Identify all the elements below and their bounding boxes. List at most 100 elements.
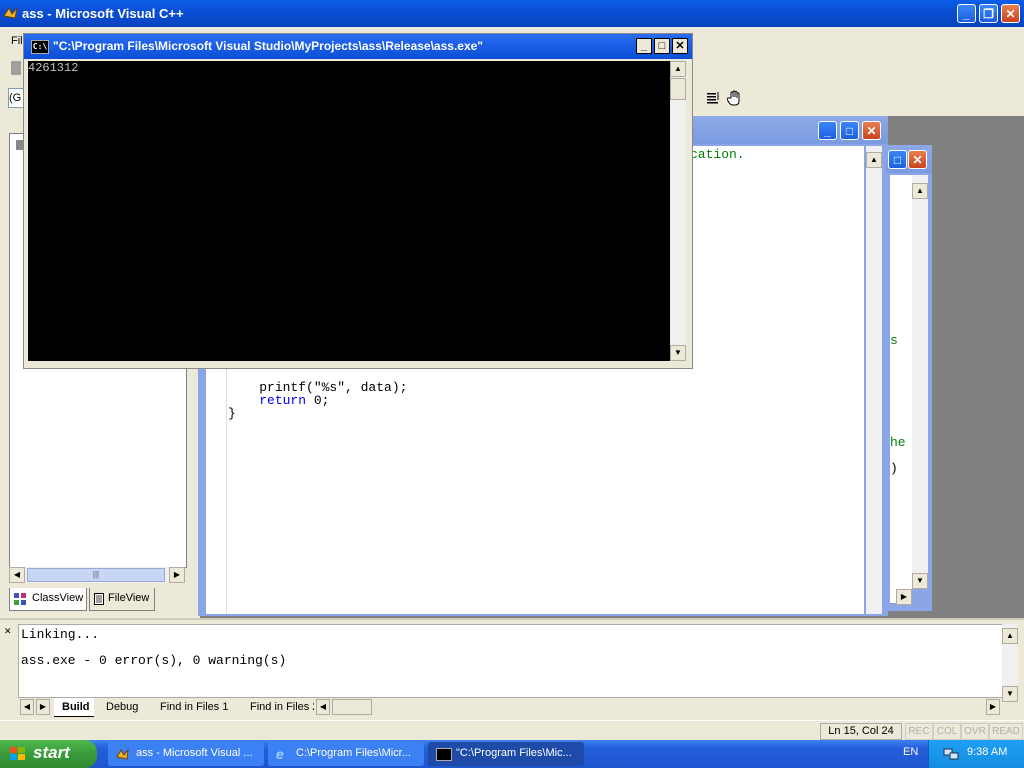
language-indicator[interactable]: EN — [903, 746, 918, 758]
system-tray: 9:38 AM — [928, 740, 1024, 768]
editor2-titlebar[interactable]: □ ✕ — [886, 145, 932, 173]
tabs-scroll-right[interactable]: ▶ — [36, 699, 50, 715]
editor-minimize-button[interactable]: _ — [818, 121, 837, 140]
taskbar-item-label: ass - Microsoft Visual ... — [136, 747, 253, 759]
scroll-up-button[interactable]: ▲ — [912, 183, 928, 199]
start-label: start — [33, 743, 70, 762]
tab-fileview[interactable]: FileView — [89, 588, 155, 611]
console-window[interactable]: C:\ "C:\Program Files\Microsoft Visual S… — [23, 33, 693, 369]
scroll-up-button[interactable]: ▲ — [670, 61, 686, 77]
editor2-text-area[interactable]: s he ) — [890, 175, 912, 603]
editor-maximize-button[interactable]: □ — [840, 121, 859, 140]
console-close-button[interactable]: ✕ — [672, 38, 688, 54]
clock[interactable]: 9:38 AM — [967, 746, 1007, 758]
scroll-down-button[interactable]: ▼ — [670, 345, 686, 361]
console-minimize-button[interactable]: _ — [636, 38, 652, 54]
vc-maximize-button[interactable]: ❐ — [979, 4, 998, 23]
vc-window-title: ass - Microsoft Visual C++ — [22, 6, 184, 21]
tabs-scroll-left[interactable]: ◀ — [20, 699, 34, 715]
scroll-left-button[interactable]: ◀ — [9, 567, 25, 583]
code-fragment-s: s — [890, 333, 898, 348]
console-titlebar[interactable]: C:\ "C:\Program Files\Microsoft Visual S… — [24, 34, 692, 59]
output-vscrollbar[interactable]: ▲ ▼ — [1002, 624, 1018, 702]
tab-fileview-label: FileView — [108, 592, 150, 604]
taskbar-item-ie[interactable]: e C:\Program Files\Micr... — [268, 742, 424, 766]
toolbar-hand-icon[interactable] — [726, 89, 743, 107]
classview-icon — [14, 593, 26, 605]
code-fragment-cation: cation. — [690, 147, 745, 162]
console-vscrollbar[interactable]: ▲ ▼ — [670, 61, 686, 361]
output-text-area[interactable]: Linking... ass.exe - 0 error(s), 0 warni… — [18, 624, 1004, 698]
console-maximize-button[interactable]: □ — [654, 38, 670, 54]
scroll-up-button[interactable]: ▲ — [866, 152, 882, 168]
toolbar-align-icon[interactable] — [705, 90, 721, 106]
console-output-area[interactable]: 4261312 — [28, 61, 670, 361]
status-position: Ln 15, Col 24 — [820, 723, 902, 740]
windows-logo-icon — [9, 746, 27, 762]
fileview-icon — [94, 593, 104, 605]
vc-minimize-button[interactable]: _ — [957, 4, 976, 23]
output-line: ass.exe - 0 error(s), 0 warning(s) — [21, 653, 287, 668]
toolbar-icon-partial — [11, 61, 21, 75]
taskbar: start ass - Microsoft Visual ... e C:\Pr… — [0, 740, 1024, 768]
vc-close-button[interactable]: ✕ — [1001, 4, 1020, 23]
editor-vscrollbar[interactable]: ▲ — [866, 146, 882, 614]
editor-window-second[interactable]: □ ✕ s he ) ▲ ▼ ▶ — [886, 145, 932, 611]
vc-app-icon — [3, 6, 19, 20]
output-close-button[interactable]: ✕ — [4, 626, 14, 636]
combo-text: (G — [9, 92, 22, 104]
ie-icon: e — [276, 746, 284, 762]
scroll-up-button[interactable]: ▲ — [1002, 628, 1018, 644]
workspace-hscrollbar[interactable]: ◀ ||| ▶ — [9, 567, 185, 583]
editor2-vscrollbar[interactable]: ▲ ▼ — [912, 175, 928, 589]
code-line: } — [228, 406, 236, 421]
output-panel: ✕ Linking... ass.exe - 0 error(s), 0 war… — [0, 618, 1024, 722]
tab-find1-label: Find in Files 1 — [160, 701, 229, 713]
editor2-close-button[interactable]: ✕ — [908, 150, 927, 169]
vc-taskbar-icon — [116, 748, 130, 760]
console-taskbar-icon — [436, 748, 452, 761]
tab-classview-label: ClassView — [32, 592, 84, 604]
output-tabs: ◀ ▶ Build Debug Find in Files 1 Find in … — [18, 698, 1018, 718]
status-position-text: Ln 15, Col 24 — [828, 725, 894, 737]
output-hscrollbar[interactable] — [332, 699, 372, 715]
tab-find-in-files-2[interactable]: Find in Files 2 — [244, 698, 314, 716]
start-button[interactable]: start — [0, 740, 97, 768]
console-window-title: "C:\Program Files\Microsoft Visual Studi… — [53, 39, 483, 53]
vc-titlebar[interactable]: ass - Microsoft Visual C++ _ ❐ ✕ — [0, 0, 1024, 27]
statusbar: Ln 15, Col 24 REC COL OVR READ — [0, 720, 1024, 741]
tab-classview[interactable]: ClassView — [9, 588, 87, 611]
scroll-thumb[interactable]: ||| — [27, 568, 165, 582]
code-fragment-he: he — [890, 435, 906, 450]
status-col: COL — [933, 723, 961, 740]
taskbar-item-console[interactable]: "C:\Program Files\Mic... — [428, 742, 584, 766]
output-hscroll-right[interactable]: ▶ — [986, 699, 1000, 715]
status-rec: REC — [905, 723, 933, 740]
taskbar-item-label: "C:\Program Files\Mic... — [456, 747, 572, 759]
tab-debug[interactable]: Debug — [98, 698, 148, 716]
tab-find-in-files-1[interactable]: Find in Files 1 — [152, 698, 240, 716]
code-line: return 0; — [259, 393, 330, 408]
console-app-icon: C:\ — [31, 40, 49, 54]
status-read: READ — [989, 723, 1023, 740]
status-ovr: OVR — [961, 723, 989, 740]
output-line: Linking... — [21, 627, 100, 642]
menu-file-partial[interactable]: Fil — [11, 35, 23, 47]
workspace-tabs: ClassView FileView — [9, 588, 185, 612]
output-hscroll-left[interactable]: ◀ — [316, 699, 330, 715]
editor2-scroll-right-button[interactable]: ▶ — [896, 589, 912, 605]
tab-build-label: Build — [62, 701, 90, 713]
code-fragment-paren: ) — [890, 461, 898, 476]
tab-build[interactable]: Build — [54, 698, 94, 717]
tab-find2-label: Find in Files 2 — [250, 701, 314, 713]
taskbar-item-vc[interactable]: ass - Microsoft Visual ... — [108, 742, 264, 766]
taskbar-item-label: C:\Program Files\Micr... — [296, 747, 411, 759]
scroll-down-button[interactable]: ▼ — [912, 573, 928, 589]
network-icon[interactable] — [943, 746, 959, 762]
editor2-maximize-button[interactable]: □ — [888, 150, 907, 169]
editor-close-button[interactable]: ✕ — [862, 121, 881, 140]
scroll-thumb[interactable] — [670, 78, 686, 100]
scroll-right-button[interactable]: ▶ — [169, 567, 185, 583]
keyword-return: return — [259, 393, 307, 408]
console-output-text: 4261312 — [28, 61, 79, 75]
